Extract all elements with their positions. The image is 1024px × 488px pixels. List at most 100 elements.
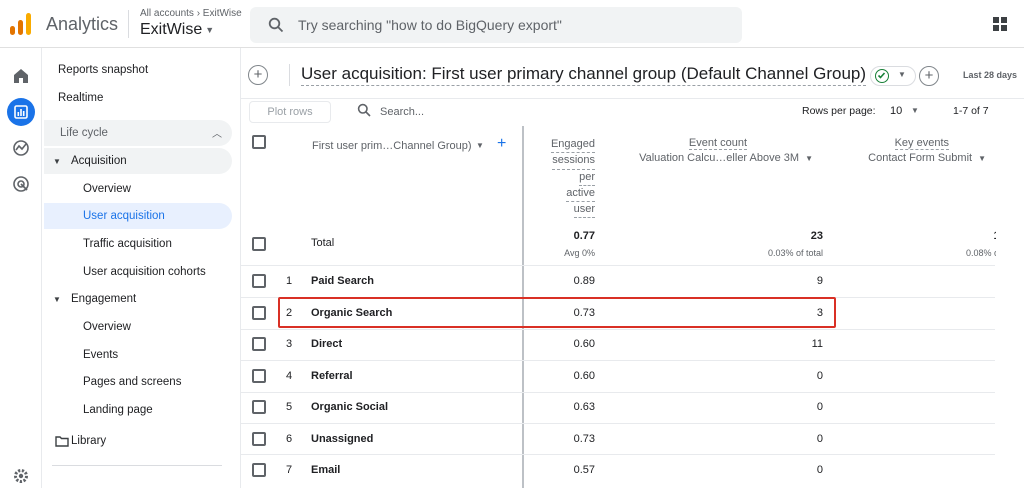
page-title[interactable]: User acquisition: First user primary cha…	[301, 64, 867, 86]
title-divider	[289, 64, 290, 86]
explore-icon[interactable]	[9, 136, 33, 160]
row-divider	[241, 329, 995, 330]
reports-icon[interactable]	[7, 98, 35, 126]
total-events-sub: 0.03% of total	[767, 248, 823, 258]
event-count-value: 0	[816, 433, 823, 445]
analytics-logo-icon[interactable]	[10, 13, 32, 35]
row-divider	[241, 454, 995, 455]
table-search-input[interactable]: Search...	[380, 106, 424, 118]
row-number: 3	[286, 338, 293, 350]
nav-traffic-acquisition[interactable]: Traffic acquisition	[83, 238, 172, 250]
row-divider	[241, 423, 995, 424]
event-count-value: 0	[816, 370, 823, 382]
row-checkbox[interactable]	[252, 306, 266, 320]
engaged-value: 0.60	[573, 338, 595, 350]
rows-per-page-select[interactable]: 10	[890, 105, 902, 117]
top-bar: Analytics All accounts › ExitWise ExitWi…	[0, 0, 1024, 48]
row-divider	[241, 265, 995, 266]
rows-per-page-label: Rows per page:	[802, 105, 876, 117]
row-checkbox[interactable]	[252, 463, 266, 477]
nav-eng-overview[interactable]: Overview	[83, 321, 131, 333]
event-count-value: 11	[811, 338, 823, 350]
select-all-checkbox[interactable]	[252, 135, 266, 149]
channel-label[interactable]: Referral	[311, 370, 353, 382]
event-count-value: 0	[816, 464, 823, 476]
engaged-value: 0.73	[573, 433, 595, 445]
row-checkbox[interactable]	[252, 274, 266, 288]
nav-acq-overview[interactable]: Overview	[83, 183, 131, 195]
key-events-header[interactable]: Key events Contact Form Submit ▼	[862, 137, 986, 164]
chevron-down-icon: ▼	[898, 70, 906, 79]
row-checkbox[interactable]	[252, 432, 266, 446]
add-button[interactable]: +	[919, 66, 939, 86]
event-count-header[interactable]: Event count Valuation Calcu…eller Above …	[639, 137, 813, 164]
expand-triangle-icon[interactable]: ▼	[53, 295, 61, 304]
channel-label[interactable]: Organic Social	[311, 401, 388, 413]
row-checkbox[interactable]	[252, 400, 266, 414]
search-input[interactable]: Try searching "how to do BigQuery export…	[250, 7, 742, 43]
check-circle-icon	[875, 69, 889, 83]
nav-acquisition[interactable]: Acquisition	[71, 155, 127, 167]
dimension-header[interactable]: First user prim…Channel Group)	[312, 140, 472, 152]
nav-library[interactable]: Library	[71, 435, 106, 447]
advertising-icon[interactable]	[9, 172, 33, 196]
nav-engagement[interactable]: Engagement	[71, 293, 136, 305]
total-checkbox[interactable]	[252, 237, 266, 251]
channel-label[interactable]: Paid Search	[311, 275, 374, 287]
report-main: + User acquisition: First user primary c…	[240, 48, 1024, 488]
nav-user-acquisition-cohorts[interactable]: User acquisition cohorts	[83, 266, 206, 278]
search-placeholder: Try searching "how to do BigQuery export…	[298, 17, 562, 33]
breadcrumb[interactable]: All accounts › ExitWise	[140, 8, 242, 19]
row-divider	[241, 392, 995, 393]
nav-user-acquisition[interactable]: User acquisition	[83, 210, 165, 222]
engaged-value: 0.60	[573, 370, 595, 382]
nav-events[interactable]: Events	[83, 349, 118, 361]
row-number: 5	[286, 401, 293, 413]
nav-pages-and-screens[interactable]: Pages and screens	[83, 376, 181, 388]
apps-grid-icon[interactable]	[993, 17, 1007, 31]
nav-realtime[interactable]: Realtime	[58, 92, 103, 104]
channel-label[interactable]: Unassigned	[311, 433, 373, 445]
add-comparison-button[interactable]: +	[248, 65, 268, 85]
nav-divider	[52, 465, 222, 466]
pagination-range: 1-7 of 7	[953, 105, 989, 117]
section-label: Life cycle	[60, 127, 108, 139]
total-label: Total	[311, 237, 335, 249]
account-selector[interactable]: ExitWise ▼	[140, 21, 214, 39]
row-number: 4	[286, 370, 293, 382]
search-icon	[268, 17, 284, 33]
total-engaged: 0.77	[573, 230, 595, 242]
row-number: 1	[286, 275, 293, 287]
nav-landing-page[interactable]: Landing page	[83, 404, 153, 416]
search-icon[interactable]	[357, 103, 371, 117]
total-events: 23	[810, 230, 823, 242]
engaged-value: 0.89	[573, 275, 595, 287]
table-clip-edge	[996, 126, 1024, 488]
engaged-sessions-header[interactable]: Engaged sessions per active user	[540, 137, 595, 219]
chevron-down-icon[interactable]: ▼	[911, 106, 919, 115]
nav-reports-snapshot[interactable]: Reports snapshot	[58, 64, 148, 76]
header-divider	[128, 10, 129, 38]
toolbar-divider	[241, 98, 1024, 99]
status-dropdown[interactable]: ▼	[870, 66, 916, 86]
channel-label[interactable]: Email	[311, 464, 340, 476]
row-checkbox[interactable]	[252, 369, 266, 383]
nav-section-life-cycle[interactable]: Life cycle ︿	[44, 120, 232, 146]
event-count-value: 9	[816, 275, 823, 287]
settings-gear-icon[interactable]	[9, 464, 33, 488]
left-rail	[0, 48, 42, 488]
engaged-value: 0.63	[573, 401, 595, 413]
date-range-label[interactable]: Last 28 days	[963, 70, 1017, 80]
chevron-down-icon[interactable]: ▼	[476, 141, 484, 150]
plot-rows-button[interactable]: Plot rows	[249, 101, 331, 123]
engaged-value: 0.57	[573, 464, 595, 476]
row-number: 7	[286, 464, 293, 476]
chevron-down-icon: ▼	[205, 24, 215, 35]
row-divider	[241, 360, 995, 361]
row-checkbox[interactable]	[252, 337, 266, 351]
add-dimension-button[interactable]: +	[497, 135, 506, 153]
expand-triangle-icon[interactable]: ▼	[53, 157, 61, 166]
home-icon[interactable]	[9, 64, 33, 88]
channel-label[interactable]: Direct	[311, 338, 342, 350]
chevron-up-icon: ︿	[212, 129, 222, 140]
